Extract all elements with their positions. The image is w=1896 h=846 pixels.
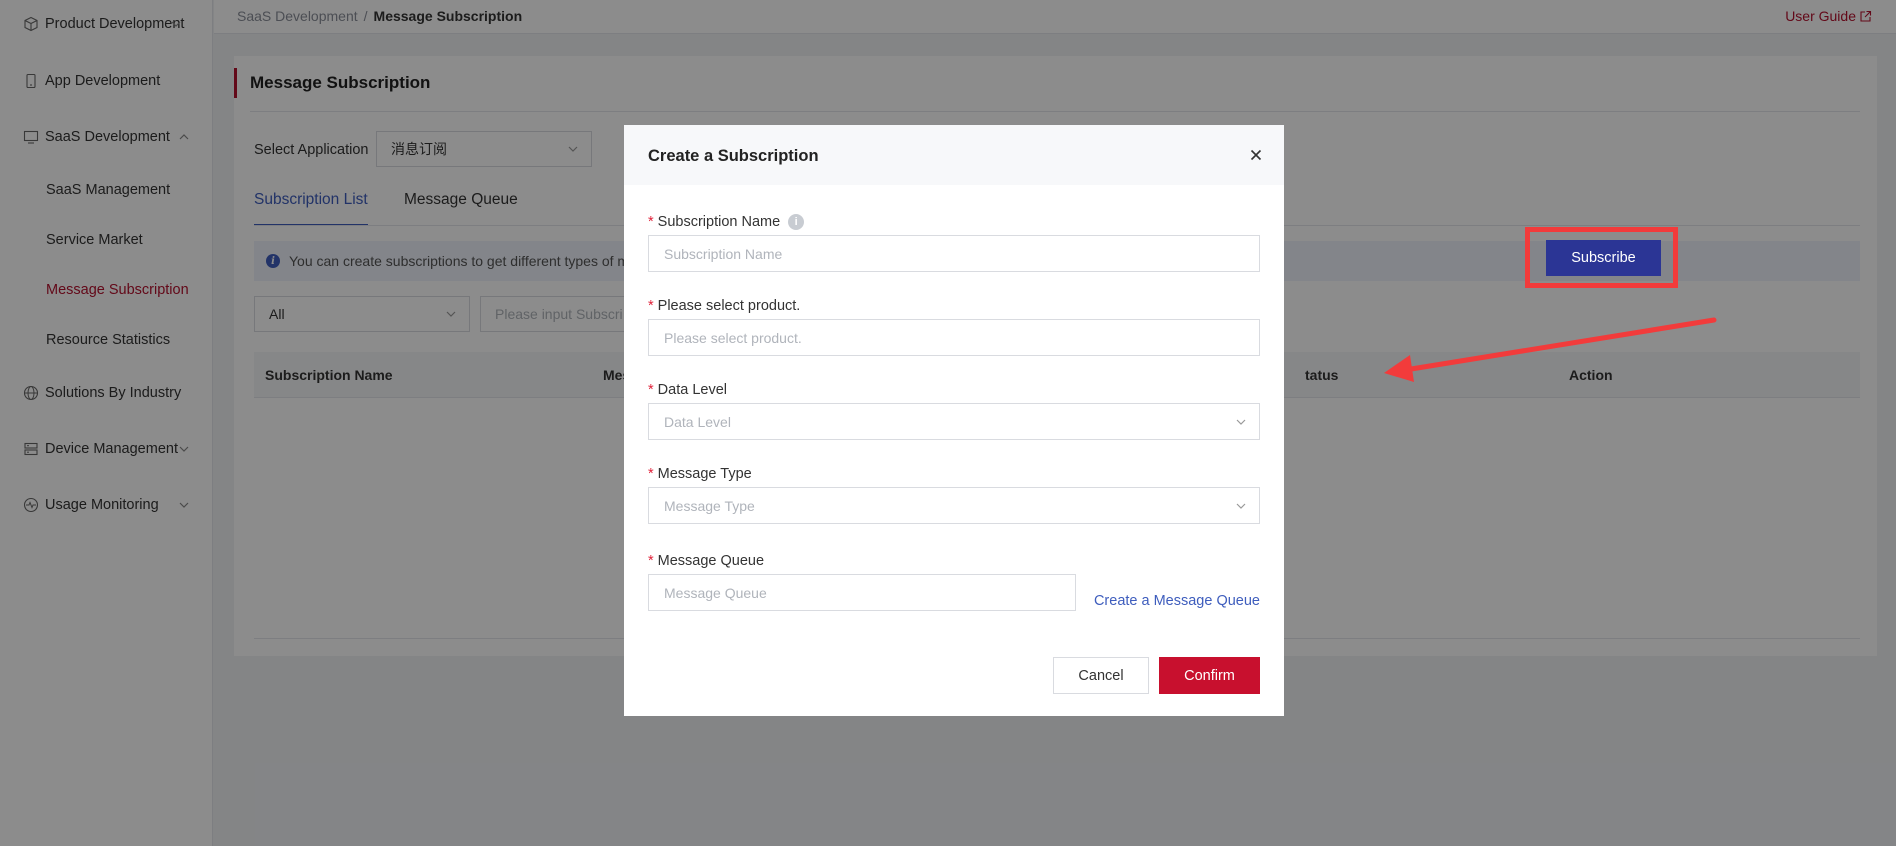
modal-header: Create a Subscription [624,125,1284,185]
data-level-label: * Data Level [648,382,727,398]
input-placeholder: Data Level [664,413,731,430]
required-mark: * [648,382,654,398]
confirm-button[interactable]: Confirm [1159,657,1260,694]
input-placeholder: Subscription Name [664,245,783,262]
message-queue-input[interactable]: Message Queue [648,574,1076,611]
field-label: Message Type [657,466,752,482]
product-select[interactable]: Please select product. [648,319,1260,356]
required-mark: * [648,298,654,314]
subscription-name-input[interactable]: Subscription Name [648,235,1260,272]
input-placeholder: Please select product. [664,329,802,346]
field-label: Message Queue [657,553,765,569]
cancel-button[interactable]: Cancel [1053,657,1149,694]
product-label: * Please select product. [648,298,800,314]
input-placeholder: Message Type [664,497,755,514]
create-subscription-modal: Create a Subscription * Subscription Nam… [624,125,1284,716]
message-type-label: * Message Type [648,466,752,482]
field-label: Subscription Name [657,214,781,230]
required-mark: * [648,553,654,569]
subscription-name-label: * Subscription Name i [648,214,805,230]
help-icon[interactable]: i [788,214,805,230]
input-placeholder: Message Queue [664,584,767,601]
required-mark: * [648,214,654,230]
create-message-queue-link[interactable]: Create a Message Queue [1094,593,1260,609]
modal-title: Create a Subscription [648,147,819,165]
data-level-select[interactable]: Data Level [648,403,1260,440]
required-mark: * [648,466,654,482]
message-type-select[interactable]: Message Type [648,487,1260,524]
highlight-box [1525,227,1678,288]
chevron-down-icon [1236,503,1246,509]
field-label: Data Level [657,382,727,398]
close-button[interactable] [1246,145,1266,165]
message-queue-label: * Message Queue [648,553,764,569]
field-label: Please select product. [657,298,801,314]
chevron-down-icon [1236,419,1246,425]
close-icon [1250,149,1262,161]
